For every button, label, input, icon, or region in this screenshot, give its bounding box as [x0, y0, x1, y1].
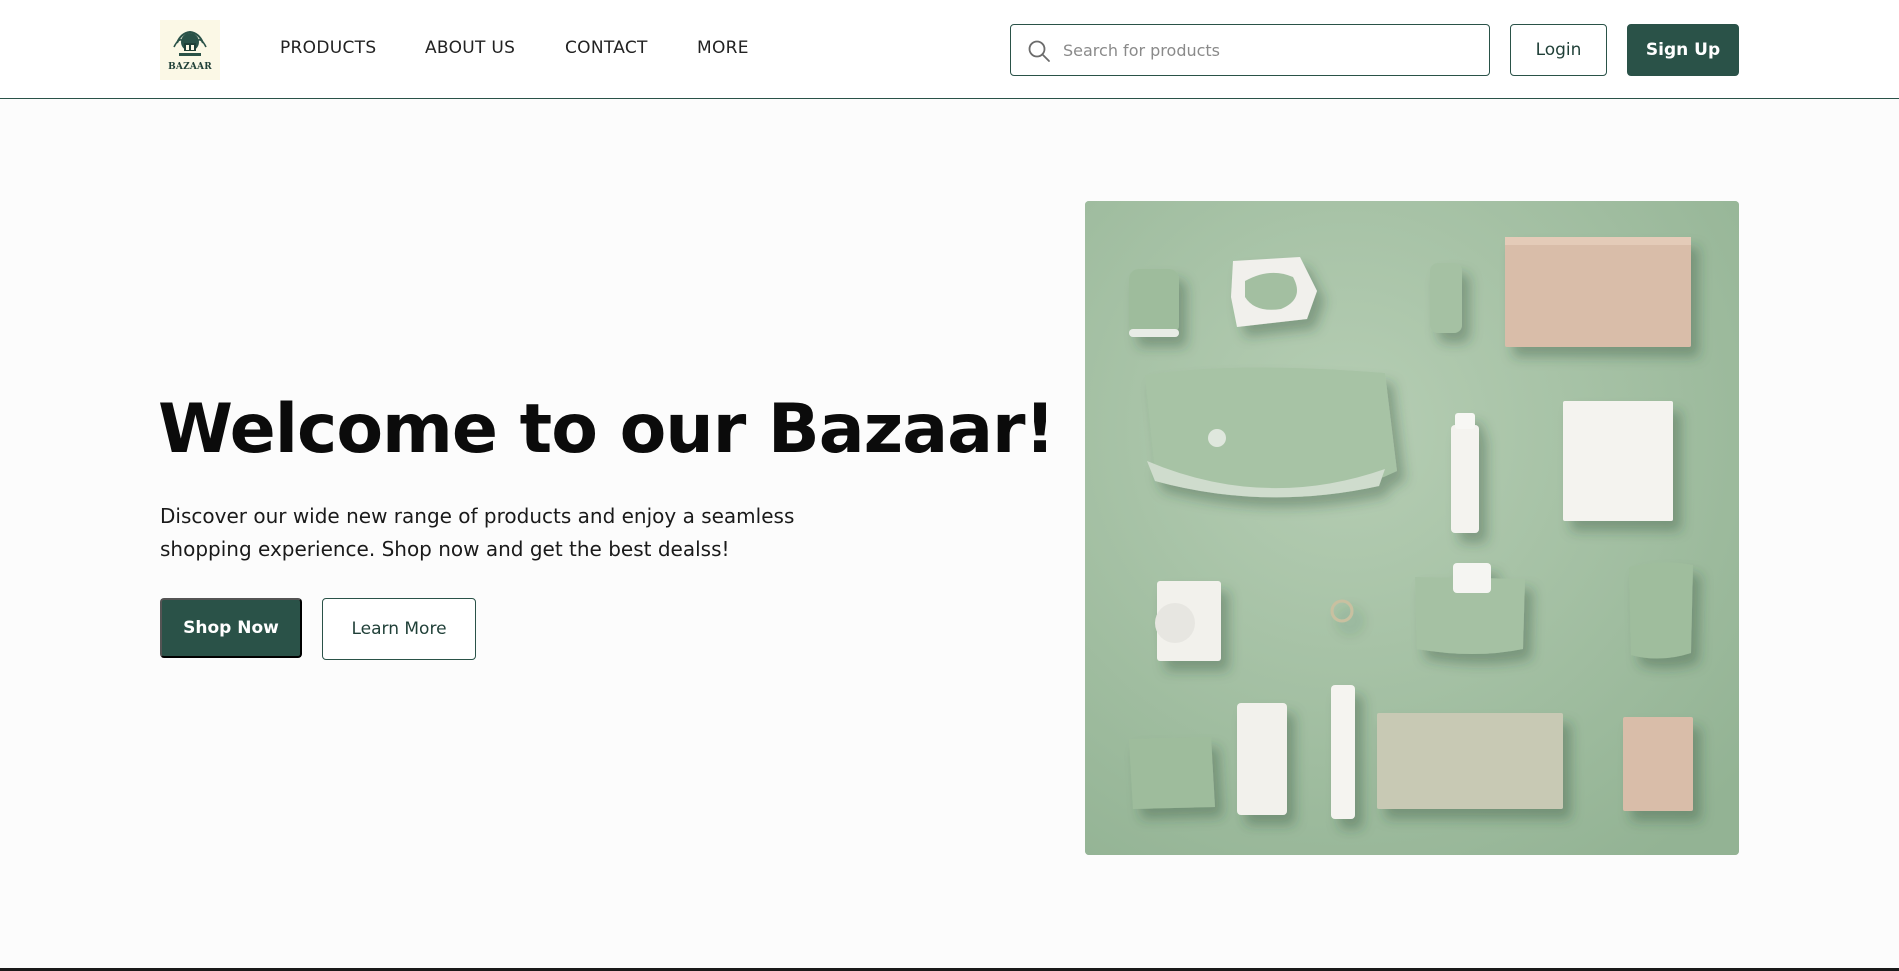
hero-title: Welcome to our Bazaar! [158, 390, 1056, 469]
search-box [1010, 24, 1490, 76]
login-button[interactable]: Login [1510, 24, 1607, 76]
logo-emblem-icon [173, 30, 207, 56]
logo-text: BAZAAR [168, 61, 212, 72]
bazaar-logo[interactable]: BAZAAR [160, 20, 220, 80]
hero-description: Discover our wide new range of products … [160, 504, 795, 561]
site-header: BAZAAR PRODUCTS ABOUT US CONTACT MORE Lo… [0, 0, 1899, 99]
search-icon [1027, 39, 1051, 67]
shop-now-button[interactable]: Shop Now [160, 598, 302, 658]
learn-more-button[interactable]: Learn More [322, 598, 476, 660]
product-flatlay-image [1085, 201, 1739, 855]
nav-item-about-us[interactable]: ABOUT US [425, 38, 515, 58]
signup-button[interactable]: Sign Up [1627, 24, 1739, 76]
nav-item-more[interactable]: MORE [697, 38, 749, 58]
nav-item-contact[interactable]: CONTACT [565, 38, 648, 58]
search-input[interactable] [1061, 25, 1485, 75]
nav-item-products[interactable]: PRODUCTS [280, 38, 376, 58]
